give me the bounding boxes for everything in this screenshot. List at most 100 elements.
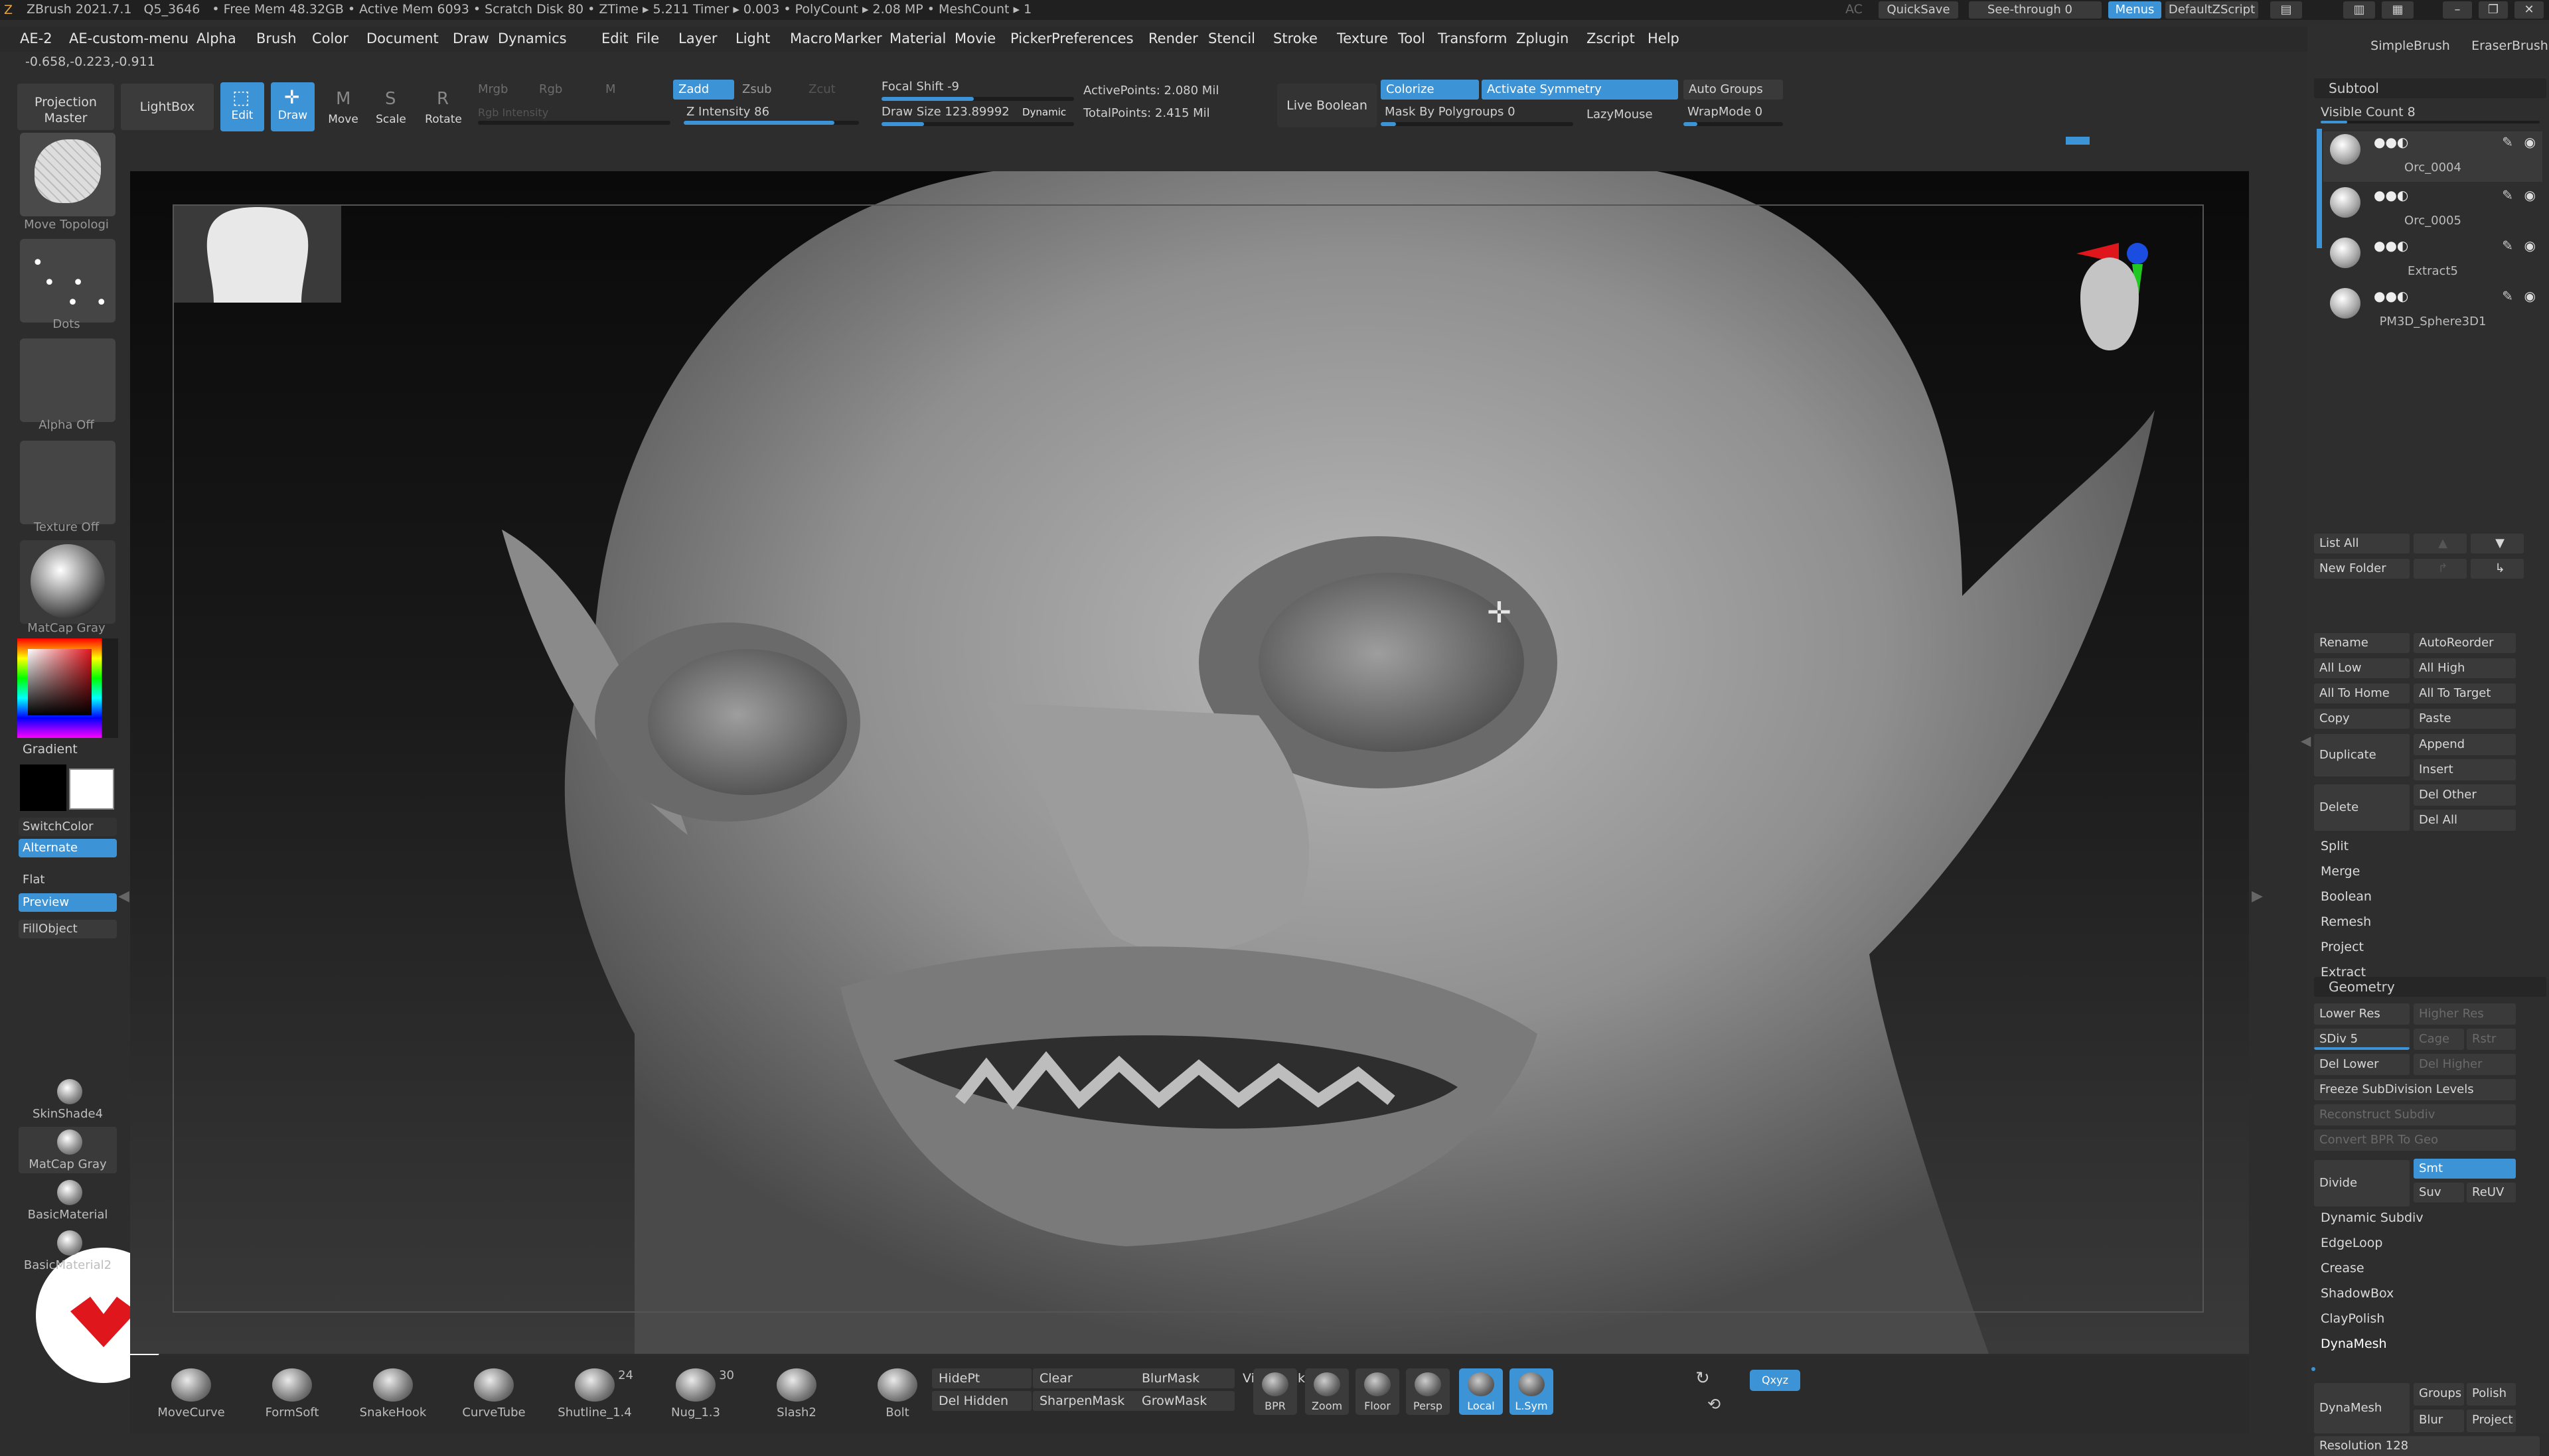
menu-picker[interactable]: Picker xyxy=(1010,31,1052,46)
subtool-toggle-icon[interactable]: ●●◐ xyxy=(2374,187,2408,203)
rotate-button[interactable]: R Rotate xyxy=(417,82,470,131)
blurmask-button[interactable]: BlurMask xyxy=(1135,1368,1235,1388)
alternate-button[interactable]: Alternate xyxy=(19,839,117,857)
bottom-brush-snakehook[interactable]: SnakeHook xyxy=(347,1368,439,1420)
hidept-button[interactable]: HidePt xyxy=(932,1368,1032,1388)
preview-button[interactable]: Preview xyxy=(19,893,117,912)
alpha-thumbnail[interactable] xyxy=(20,338,116,422)
l-sym-button[interactable]: L.Sym xyxy=(1509,1368,1553,1415)
list-all-button[interactable]: List All xyxy=(2314,534,2410,553)
panel-collapse-icon[interactable]: ◀ xyxy=(2301,733,2311,749)
reset-view-icon[interactable]: ⟲ xyxy=(1707,1395,1721,1414)
secondary-color-swatch[interactable] xyxy=(20,764,66,811)
sharpenmask-button[interactable]: SharpenMask xyxy=(1033,1391,1139,1411)
split-button[interactable]: Split xyxy=(2321,839,2349,853)
dynamic-button[interactable]: Dynamic xyxy=(1022,106,1066,118)
menu-document[interactable]: Document xyxy=(366,31,439,46)
bottom-brush-curvetube[interactable]: CurveTube xyxy=(447,1368,540,1420)
projection-master-button[interactable]: Projection Master xyxy=(17,84,114,130)
move-up-icon[interactable]: ▲ xyxy=(2414,534,2467,553)
shadowbox-submenu[interactable]: ShadowBox xyxy=(2321,1286,2394,1301)
clear-button[interactable]: Clear xyxy=(1033,1368,1139,1388)
subtool-row[interactable]: ●●◐ ✎ ◉ Orc_0004 xyxy=(2323,131,2542,182)
menu-tool[interactable]: Tool xyxy=(1398,31,1425,46)
fillobject-button[interactable]: FillObject xyxy=(19,920,117,938)
all-low-button[interactable]: All Low xyxy=(2314,658,2410,678)
subtool-toggle-icon[interactable]: ●●◐ xyxy=(2374,238,2408,254)
local-button[interactable]: Local xyxy=(1459,1368,1503,1415)
close-icon[interactable]: ✕ xyxy=(2514,1,2544,19)
merge-button[interactable]: Merge xyxy=(2321,864,2360,879)
bottom-brush-formsoft[interactable]: FormSoft xyxy=(246,1368,339,1420)
menu-color[interactable]: Color xyxy=(312,31,348,46)
subtool-brush-icon[interactable]: ✎ xyxy=(2502,238,2513,254)
material-slot[interactable]: BasicMaterial xyxy=(19,1177,117,1224)
bottom-brush-nug-1-3[interactable]: Nug_1.3 30 xyxy=(649,1368,742,1420)
xyz-symmetry-button[interactable]: Qxyz xyxy=(1750,1370,1800,1391)
edgeloop-submenu[interactable]: EdgeLoop xyxy=(2321,1236,2382,1250)
lazymouse-button[interactable]: LazyMouse xyxy=(1586,108,1653,121)
material-slot[interactable]: BasicMaterial2 xyxy=(19,1228,117,1274)
menu-material[interactable]: Material xyxy=(889,31,946,46)
texture-thumbnail[interactable] xyxy=(20,441,116,524)
zadd-button[interactable]: Zadd xyxy=(673,80,734,100)
subtool-toggle-icon[interactable]: ●●◐ xyxy=(2374,134,2408,150)
append-button[interactable]: Append xyxy=(2414,734,2516,755)
subtool-visibility-icon[interactable]: ◉ xyxy=(2524,187,2536,203)
subtool-visibility-icon[interactable]: ◉ xyxy=(2524,288,2536,304)
del-all-button[interactable]: Del All xyxy=(2414,810,2516,831)
mask-by-polygroups-label[interactable]: Mask By Polygroups 0 xyxy=(1385,105,1515,119)
menu-transform[interactable]: Transform xyxy=(1438,31,1507,46)
auto-groups-button[interactable]: Auto Groups xyxy=(1683,80,1783,100)
subtool-visibility-icon[interactable]: ◉ xyxy=(2524,134,2536,150)
crease-submenu[interactable]: Crease xyxy=(2321,1261,2364,1275)
rgb-button[interactable]: Rgb xyxy=(539,82,562,96)
sdiv-slider[interactable]: SDiv 5 xyxy=(2314,1029,2410,1050)
groups-toggle[interactable]: Groups xyxy=(2414,1383,2464,1406)
main-color-swatch[interactable] xyxy=(69,768,114,810)
subtool-brush-icon[interactable]: ✎ xyxy=(2502,187,2513,203)
edit-button[interactable]: ⬚ Edit xyxy=(220,82,264,131)
geometry-header[interactable]: Geometry xyxy=(2314,977,2546,997)
subtool-header[interactable]: Subtool xyxy=(2314,78,2546,98)
bottom-brush-shutline-1-4[interactable]: Shutline_1.4 24 xyxy=(548,1368,641,1420)
eraserbrush-thumb[interactable]: EraserBrush xyxy=(2460,25,2549,58)
focal-shift-slider[interactable] xyxy=(882,97,1074,101)
dynamic-subdiv-submenu[interactable]: Dynamic Subdiv xyxy=(2321,1210,2424,1225)
view-head-navigator[interactable] xyxy=(2070,257,2149,350)
color-picker[interactable] xyxy=(17,638,118,738)
menu-help[interactable]: Help xyxy=(1648,31,1679,46)
menu-marker[interactable]: Marker xyxy=(834,31,882,46)
smt-toggle[interactable]: Smt xyxy=(2414,1159,2516,1179)
menu-edit[interactable]: Edit xyxy=(601,31,629,46)
menu-zplugin[interactable]: Zplugin xyxy=(1516,31,1569,46)
quicksave-button[interactable]: QuickSave xyxy=(1879,1,1958,19)
floor-button[interactable]: Floor xyxy=(1355,1368,1399,1415)
autoreorder-button[interactable]: AutoReorder xyxy=(2414,633,2516,653)
duplicate-button[interactable]: Duplicate xyxy=(2314,734,2410,776)
m-button[interactable]: M xyxy=(605,82,616,96)
del-higher-button[interactable]: Del Higher xyxy=(2414,1054,2516,1075)
menu-macro[interactable]: Macro xyxy=(790,31,832,46)
move-down-icon[interactable]: ▼ xyxy=(2471,534,2524,553)
menu-light[interactable]: Light xyxy=(735,31,770,46)
canvas-viewport[interactable]: ✛ ◀ ▶ xyxy=(118,171,2263,1354)
menu-zscript[interactable]: Zscript xyxy=(1586,31,1635,46)
subtool-row[interactable]: ●●◐ ✎ ◉ Orc_0005 xyxy=(2323,184,2542,235)
mask-by-polygroups-slider[interactable] xyxy=(1381,122,1573,126)
subtool-scrollbar[interactable] xyxy=(2317,129,2322,248)
menu-layer[interactable]: Layer xyxy=(678,31,718,46)
divide-button[interactable]: Divide xyxy=(2314,1160,2410,1206)
bottom-brush-bolt[interactable]: Bolt xyxy=(851,1368,944,1420)
copy-button[interactable]: Copy xyxy=(2314,709,2410,729)
window-layout-alt-icon[interactable]: ▥ xyxy=(2343,1,2375,19)
rotate-view-icon[interactable]: ↻ xyxy=(1695,1368,1710,1388)
all-to-home-button[interactable]: All To Home xyxy=(2314,684,2410,703)
wrapmode-slider[interactable] xyxy=(1683,122,1783,126)
folder-arrow-icon[interactable]: ↱ xyxy=(2414,559,2467,579)
rgb-intensity-label[interactable]: Rgb Intensity xyxy=(478,106,548,119)
menu-stencil[interactable]: Stencil xyxy=(1208,31,1255,46)
lower-res-button[interactable]: Lower Res xyxy=(2314,1003,2410,1025)
window-layout-menu-icon[interactable]: ▦ xyxy=(2382,1,2414,19)
menus-button[interactable]: Menus xyxy=(2108,1,2161,19)
